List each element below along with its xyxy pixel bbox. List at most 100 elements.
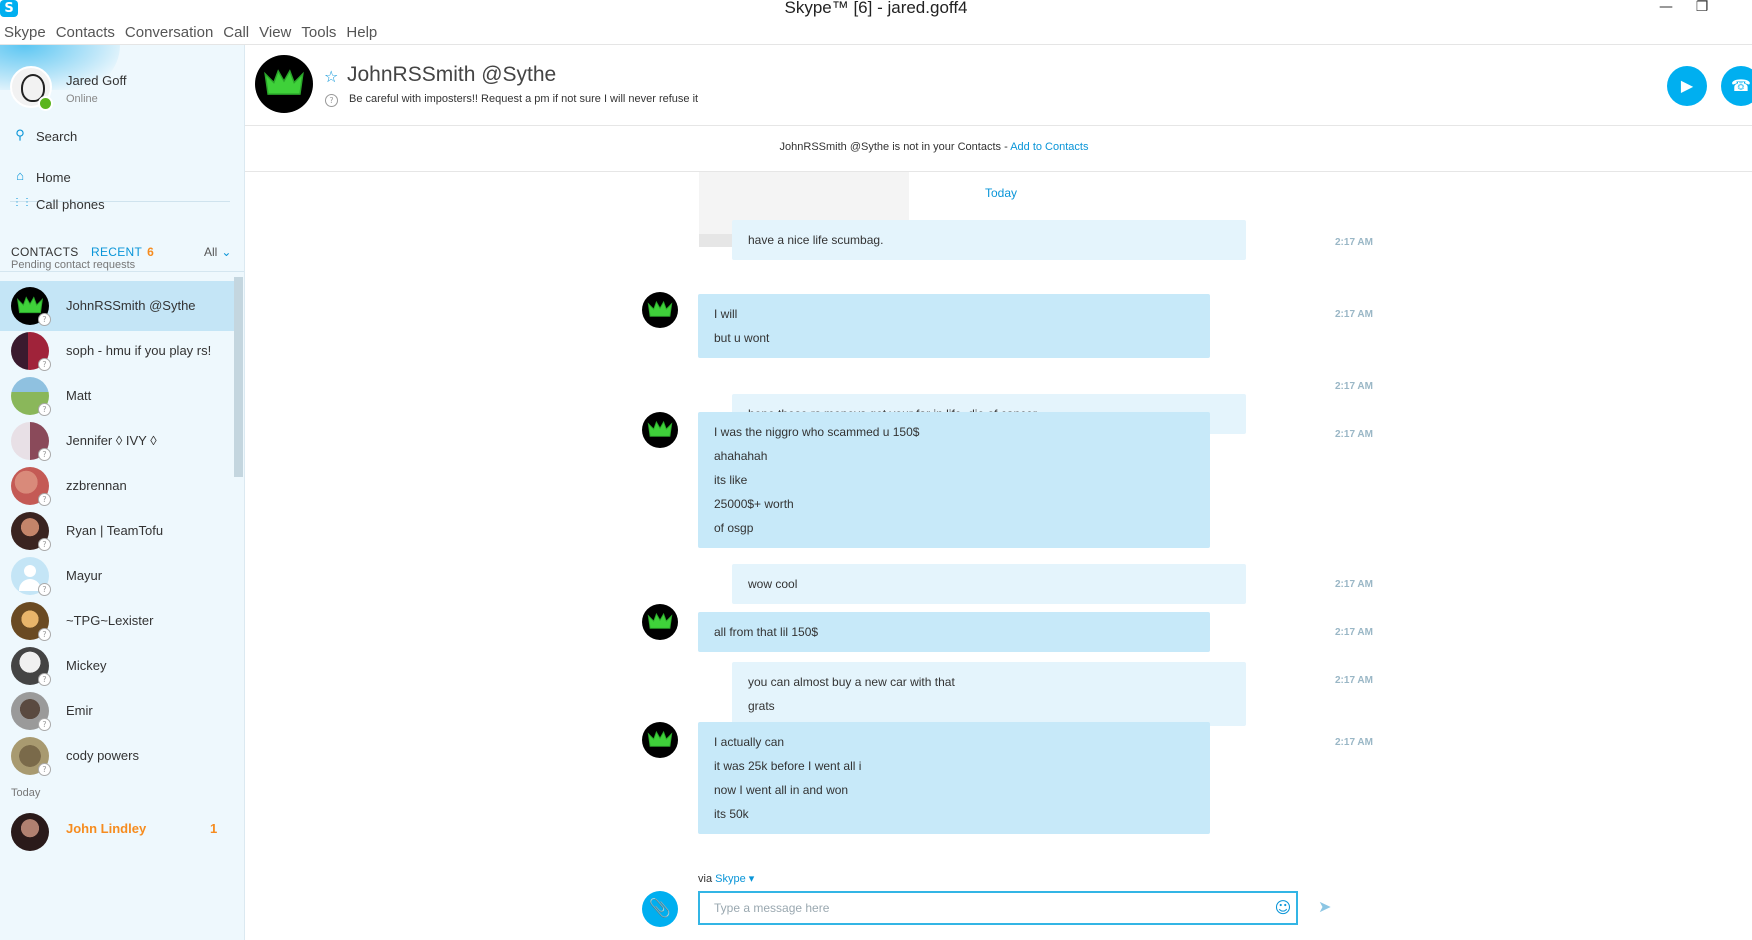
contact-item-jennifer[interactable]: ? Jennifer ◊ IVY ◊ <box>0 416 234 466</box>
message-input[interactable] <box>698 891 1298 925</box>
message-bubble-outgoing[interactable]: wow cool <box>732 564 1246 604</box>
message-bubble-outgoing[interactable]: you can almost buy a new car with that g… <box>732 662 1246 726</box>
chevron-down-icon: ▾ <box>745 873 755 885</box>
contact-item-mickey[interactable]: ? Mickey <box>0 641 234 691</box>
contact-item-matt[interactable]: ? Matt <box>0 371 234 421</box>
tab-recent[interactable]: RECENT 6 <box>91 245 154 259</box>
profile-panel[interactable]: Jared Goff Online <box>0 45 244 120</box>
avatar <box>11 813 49 851</box>
search-icon: ⚲ <box>15 127 25 142</box>
message-line: grats <box>748 699 775 713</box>
title-bar: S Skype™ [6] - jared.goff4 — ❐ <box>0 0 1752 18</box>
message-bubble-incoming[interactable]: all from that lil 150$ <box>698 612 1210 652</box>
message-bubble-outgoing[interactable]: have a nice life scumbag. <box>732 220 1246 260</box>
recent-count-badge: 6 <box>147 245 155 259</box>
contact-item-john-lindley[interactable]: John Lindley 1 <box>0 807 234 857</box>
contact-item-zzbrennan[interactable]: ? zzbrennan <box>0 461 234 511</box>
menu-tools[interactable]: Tools <box>297 20 342 41</box>
dialpad-icon: ⋮⋮ <box>12 197 32 208</box>
pending-status-icon: ? <box>38 493 51 506</box>
menu-contacts[interactable]: Contacts <box>52 20 121 41</box>
send-icon[interactable]: ➤ <box>1318 897 1331 916</box>
sender-avatar[interactable] <box>642 722 678 758</box>
message-timestamp: 2:17 AM <box>1335 675 1373 686</box>
sender-avatar[interactable] <box>642 292 678 328</box>
menu-call[interactable]: Call <box>219 20 255 41</box>
search-button[interactable]: ⚲ Search <box>0 125 244 149</box>
filter-dropdown[interactable]: All ⌄ <box>204 245 231 259</box>
pending-status-icon: ? <box>38 538 51 551</box>
sender-avatar[interactable] <box>642 412 678 448</box>
my-status[interactable]: Online <box>66 93 98 105</box>
message-line: its 50k <box>714 807 749 821</box>
message-line: 25000$+ worth <box>714 497 794 511</box>
nav-call-phones[interactable]: ⋮⋮ Call phones <box>0 193 244 217</box>
message-timestamp: 2:17 AM <box>1335 381 1373 392</box>
message-bubble-incoming[interactable]: I actually can it was 25k before I went … <box>698 722 1210 834</box>
mood-icon: ? <box>325 94 338 107</box>
nav-home[interactable]: ⌂ Home <box>0 166 244 190</box>
message-line: its like <box>714 473 748 487</box>
tab-contacts[interactable]: CONTACTS <box>11 245 79 259</box>
phone-icon: ☎ <box>1731 76 1751 95</box>
menu-conversation[interactable]: Conversation <box>121 20 219 41</box>
contact-item-ryan[interactable]: ? Ryan | TeamTofu <box>0 506 234 556</box>
contact-name: Jennifer ◊ IVY ◊ <box>66 433 157 448</box>
message-line: I was the niggro who scammed u 150$ <box>714 425 920 439</box>
menu-skype[interactable]: Skype <box>0 20 52 41</box>
video-call-button[interactable]: ▶ <box>1667 66 1707 106</box>
message-timestamp: 2:17 AM <box>1335 237 1373 248</box>
via-selector[interactable]: via Skype ▾ <box>698 872 754 885</box>
pending-status-icon: ? <box>38 718 51 731</box>
minimize-icon[interactable]: — <box>1654 0 1678 18</box>
contact-item-emir[interactable]: ? Emir <box>0 686 234 736</box>
message-line: but u wont <box>714 331 770 345</box>
emoticon-icon[interactable]: ☺ <box>1274 899 1292 917</box>
contact-item-mayur[interactable]: ? Mayur <box>0 551 234 601</box>
contact-name: Matt <box>66 388 92 403</box>
message-line: all from that lil 150$ <box>714 625 819 639</box>
contact-item-lexister[interactable]: ? ~TPG~Lexister <box>0 596 234 646</box>
audio-call-button[interactable]: ☎ <box>1721 66 1752 106</box>
message-line: wow cool <box>748 577 798 591</box>
notice-text: JohnRSSmith @Sythe is not in your Contac… <box>779 141 1011 153</box>
message-timestamp: 2:17 AM <box>1335 627 1373 638</box>
divider <box>245 125 1752 126</box>
message-line: have a nice life scumbag. <box>748 233 884 247</box>
tab-recent-label: RECENT <box>91 245 143 259</box>
via-brand: Skype <box>715 873 746 885</box>
message-line: ahahahah <box>714 449 768 463</box>
contact-name: cody powers <box>66 748 139 763</box>
pending-status-icon: ? <box>38 583 51 596</box>
message-bubble-incoming[interactable]: I was the niggro who scammed u 150$ ahah… <box>698 412 1210 548</box>
scrollbar-thumb[interactable] <box>234 277 243 477</box>
maximize-icon[interactable]: ❐ <box>1690 0 1714 18</box>
contact-name: Mickey <box>66 658 107 673</box>
mood-message: Be careful with imposters!! Request a pm… <box>349 93 699 105</box>
conversation-title[interactable]: JohnRSSmith @Sythe <box>347 63 556 87</box>
message-timestamp: 2:17 AM <box>1335 737 1373 748</box>
message-line: you can almost buy a new car with that <box>748 675 955 689</box>
conversation-avatar[interactable] <box>255 55 313 113</box>
not-in-contacts-notice: JohnRSSmith @Sythe is not in your Contac… <box>245 141 1623 153</box>
menu-view[interactable]: View <box>255 20 297 41</box>
favorite-star-icon[interactable]: ☆ <box>324 67 338 86</box>
contact-item-johnrssmith[interactable]: ? JohnRSSmith @Sythe <box>0 281 234 331</box>
contact-name: Mayur <box>66 568 103 583</box>
contact-name: Emir <box>66 703 93 718</box>
menu-help[interactable]: Help <box>342 20 383 41</box>
online-status-icon <box>38 96 53 111</box>
message-timestamp: 2:17 AM <box>1335 579 1373 590</box>
sender-avatar[interactable] <box>642 604 678 640</box>
filter-label: All <box>204 245 218 259</box>
message-bubble-incoming[interactable]: I will but u wont <box>698 294 1210 358</box>
attach-button[interactable]: 📎 <box>642 891 678 927</box>
contact-item-cody-powers[interactable]: ? cody powers <box>0 731 234 781</box>
message-timestamp: 2:17 AM <box>1335 309 1373 320</box>
pending-status-icon: ? <box>38 763 51 776</box>
via-label: via <box>698 873 713 885</box>
pending-status-icon: ? <box>38 628 51 641</box>
contact-item-soph[interactable]: ? soph - hmu if you play rs! <box>0 326 234 376</box>
contact-name: JohnRSSmith @Sythe <box>66 298 196 313</box>
add-to-contacts-link[interactable]: Add to Contacts <box>1010 141 1088 153</box>
